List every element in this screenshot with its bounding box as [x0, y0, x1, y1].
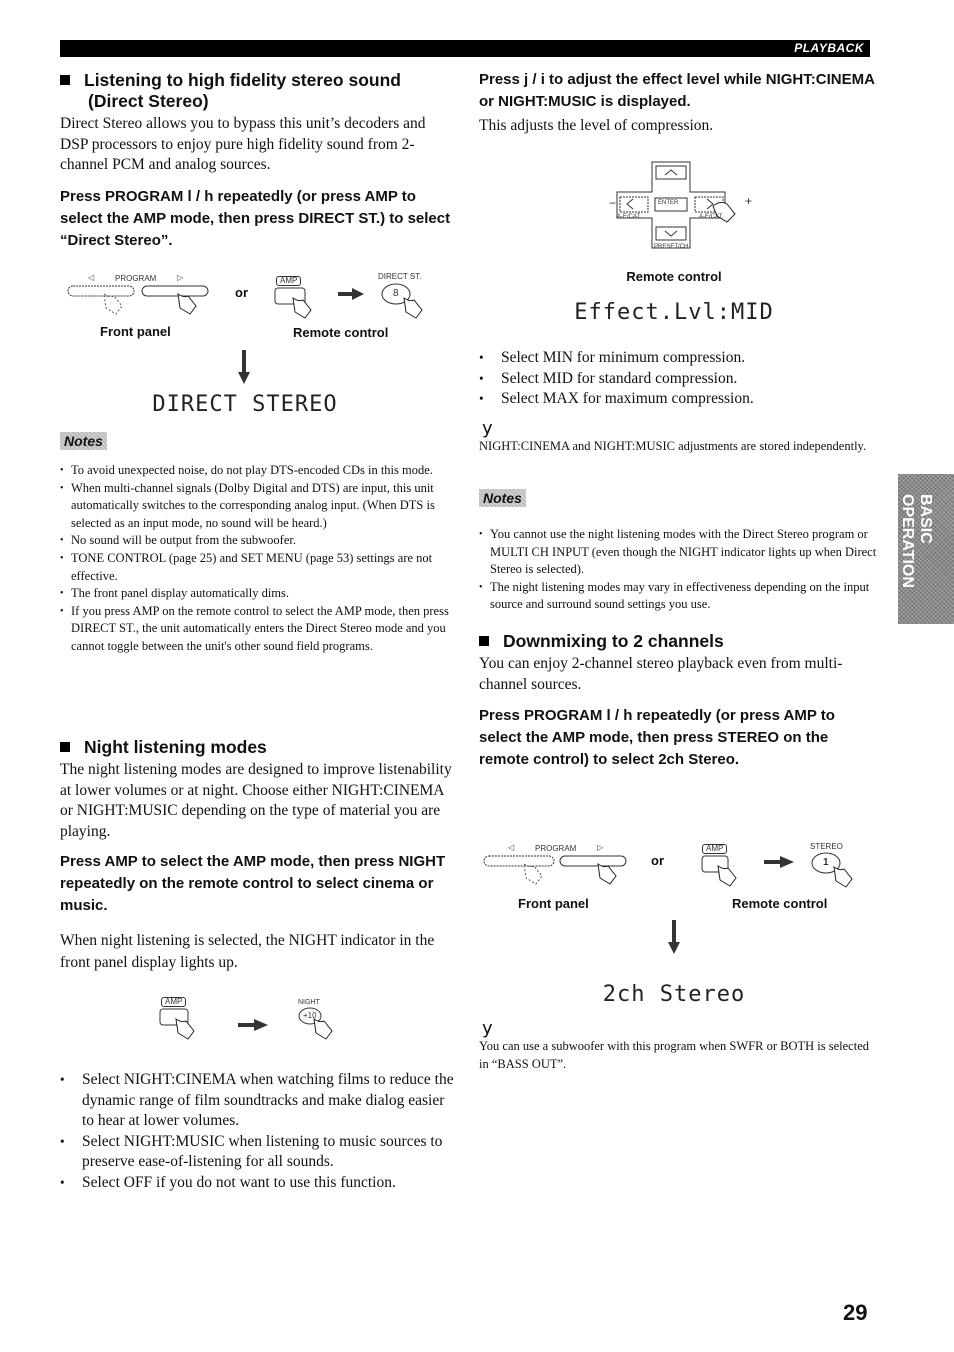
effect-tip: NIGHT:CINEMA and NIGHT:MUSIC adjustments…	[479, 439, 867, 453]
direct-stereo-heading: Listening to high fidelity stereo sound …	[60, 70, 460, 112]
program-buttons-icon	[67, 285, 209, 315]
level-item: Select MIN for minimum compression.	[479, 348, 879, 369]
level-item: Select MAX for maximum compression.	[479, 389, 879, 410]
amp-button-icon	[274, 287, 312, 319]
arrow-right-icon	[338, 288, 364, 300]
down-arrow-icon	[238, 350, 250, 384]
down-arrow-icon	[668, 920, 680, 954]
program-right-arrow-icon: ▷	[597, 843, 604, 852]
effect-notes: You cannot use the night listening modes…	[479, 526, 879, 614]
downmix-figure: ◁ PROGRAM ▷ or AMP STEREO 1 Front panel …	[480, 838, 890, 918]
direct-st-label: DIRECT ST.	[378, 272, 422, 281]
cross-pad-icon	[616, 161, 736, 249]
heading-bullet-icon	[479, 636, 489, 646]
option-item: Select OFF if you do not want to use thi…	[60, 1173, 460, 1194]
stereo-label: STEREO	[810, 842, 843, 851]
effect-figure-caption: Remote control	[626, 269, 722, 284]
remote-control-caption: Remote control	[293, 325, 389, 340]
downmix-intro: You can enjoy 2-channel stereo playback …	[479, 655, 843, 693]
direct-stereo-instruction: Press PROGRAM l / h repeatedly (or press…	[60, 188, 451, 249]
page-number: 29	[843, 1300, 868, 1325]
option-item: Select NIGHT:MUSIC when listening to mus…	[60, 1132, 460, 1173]
night-heading: Night listening modes	[60, 737, 460, 758]
stereo-button-icon	[811, 852, 853, 888]
night-options: Select NIGHT:CINEMA when watching films …	[60, 1070, 460, 1193]
heading-bullet-icon	[60, 742, 70, 752]
effect-levels: Select MIN for minimum compression. Sele…	[479, 348, 879, 410]
downmix-heading: Downmixing to 2 channels	[479, 631, 879, 652]
direct-stereo-intro: Direct Stereo allows you to bypass this …	[60, 115, 426, 173]
minus-label: −	[609, 196, 617, 210]
option-item: Select NIGHT:CINEMA when watching films …	[60, 1070, 460, 1132]
direct-stereo-notes: To avoid unexpected noise, do not play D…	[60, 462, 455, 656]
enter-label: ENTER	[658, 200, 679, 206]
direct-st-key: 8	[393, 288, 399, 299]
note-item: TONE CONTROL (page 25) and SET MENU (pag…	[60, 550, 455, 585]
front-panel-caption: Front panel	[518, 896, 589, 911]
note-item: You cannot use the night listening modes…	[479, 526, 879, 579]
night-indicator-text: When night listening is selected, the NI…	[60, 932, 435, 971]
plus-label: +	[745, 194, 753, 208]
effect-instruction: Press j / i to adjust the effect level w…	[479, 71, 875, 110]
night-figure: AMP NIGHT +10	[150, 995, 370, 1055]
heading-bullet-icon	[60, 75, 70, 85]
amp-label: AMP	[161, 997, 187, 1007]
notes-badge: Notes	[479, 489, 526, 508]
or-label: or	[651, 853, 664, 868]
side-tab-basic-operation: BASIC OPERATION	[898, 474, 954, 624]
note-item: If you press AMP on the remote control t…	[60, 603, 455, 656]
tip-icon: y	[482, 418, 493, 439]
2ch-stereo-display: 2ch Stereo	[602, 982, 746, 1007]
night-key: +10	[303, 1011, 317, 1020]
stereo-key: 1	[823, 857, 829, 868]
downmix-instruction: Press PROGRAM l / h repeatedly (or press…	[479, 707, 835, 768]
effect-figure: ENTER − + A-E/CAT. A-E/CAT. PRESET/CH	[595, 158, 775, 258]
remote-control-caption: Remote control	[732, 896, 828, 911]
amp-label: AMP	[702, 844, 728, 854]
night-label: NIGHT	[298, 999, 320, 1006]
section-label: PLAYBACK	[794, 41, 864, 55]
right-key-label: A-E/CAT.	[699, 214, 724, 220]
amp-button-icon	[159, 1008, 195, 1040]
program-left-arrow-icon: ◁	[88, 273, 95, 282]
note-item: The front panel display automatically di…	[60, 585, 455, 603]
direct-st-button-icon	[381, 283, 423, 319]
note-item: To avoid unexpected noise, do not play D…	[60, 462, 455, 480]
note-item: No sound will be output from the subwoof…	[60, 532, 455, 550]
amp-button-icon	[701, 855, 737, 887]
effect-level-display: Effect.Lvl:MID	[574, 300, 774, 325]
notes-badge: Notes	[60, 432, 107, 451]
left-key-label: A-E/CAT.	[617, 214, 642, 220]
arrow-right-icon	[238, 1019, 268, 1031]
note-item: The night listening modes may vary in ef…	[479, 579, 879, 614]
preset-ch-label: PRESET/CH	[654, 244, 689, 250]
direct-stereo-display: DIRECT STEREO	[152, 392, 338, 417]
tip-icon: y	[482, 1018, 493, 1039]
note-item: When multi-channel signals (Dolby Digita…	[60, 480, 455, 533]
amp-label: AMP	[276, 276, 302, 286]
direct-stereo-figure: ◁ PROGRAM ▷ or AMP DIRECT ST. 8 Front pa…	[60, 268, 470, 348]
side-tab-line1: BASIC	[917, 494, 934, 544]
side-tab-line2: OPERATION	[899, 494, 916, 588]
program-right-arrow-icon: ▷	[177, 273, 184, 282]
level-item: Select MID for standard compression.	[479, 369, 879, 390]
or-label: or	[235, 285, 248, 300]
arrow-right-icon	[764, 856, 794, 868]
program-buttons-icon	[483, 855, 627, 885]
effect-description: This adjusts the level of compression.	[479, 117, 714, 134]
header-bar: PLAYBACK	[60, 40, 870, 57]
program-left-arrow-icon: ◁	[508, 843, 515, 852]
front-panel-caption: Front panel	[100, 324, 171, 339]
night-instruction: Press AMP to select the AMP mode, then p…	[60, 853, 446, 914]
night-intro: The night listening modes are designed t…	[60, 761, 452, 840]
downmix-tip: You can use a subwoofer with this progra…	[479, 1039, 869, 1071]
